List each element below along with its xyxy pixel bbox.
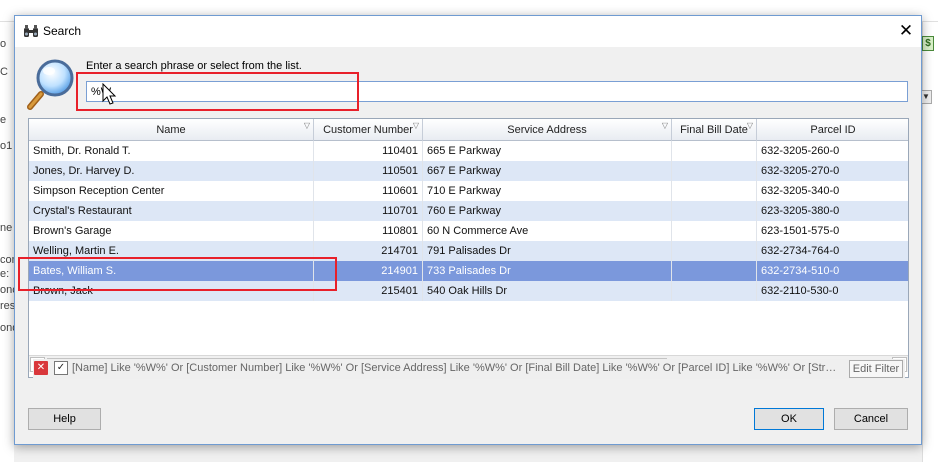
cell-parcel-id: 632-3205-340-0 [757,181,908,201]
cell-address: 760 E Parkway [423,201,672,221]
close-icon[interactable]: ✕ [891,16,921,46]
checkbox-icon[interactable]: ✓ [54,361,68,375]
column-header-final-bill-date[interactable]: Final Bill Date ▽ [672,119,757,141]
clear-filter-icon[interactable]: ✕ [34,361,48,375]
filter-bar: ✕ ✓ [Name] Like '%W%' Or [Customer Numbe… [33,359,905,379]
background-right-panel [922,22,938,462]
table-row[interactable]: Smith, Dr. Ronald T. 110401 665 E Parkwa… [29,141,908,161]
filter-icon[interactable]: ▽ [662,122,668,130]
filter-expression: [Name] Like '%W%' Or [Customer Number] L… [72,362,842,374]
cell-customer-number: 110401 [314,141,423,161]
table-row[interactable]: Crystal's Restaurant 110701 760 E Parkwa… [29,201,908,221]
cell-parcel-id: 632-3205-270-0 [757,161,908,181]
bg-fragment: ne [0,222,13,234]
table-row[interactable]: Simpson Reception Center 110601 710 E Pa… [29,181,908,201]
cell-name: Brown's Garage [29,221,314,241]
filter-icon[interactable]: ▽ [747,122,753,130]
cell-name: Jones, Dr. Harvey D. [29,161,314,181]
cell-final-bill-date [672,241,757,261]
column-header-customer-number[interactable]: Customer Number ▽ [314,119,423,141]
cell-customer-number: 110701 [314,201,423,221]
cell-name: Welling, Martin E. [29,241,314,261]
results-grid[interactable]: Name ▽ Customer Number ▽ Service Address ▽ … [28,118,909,378]
search-dialog: Search ✕ Enter a search phrase or select… [14,15,922,445]
cell-final-bill-date [672,161,757,181]
cell-parcel-id: 623-3205-380-0 [757,201,908,221]
dollar-icon[interactable]: $ [922,36,934,51]
cell-final-bill-date [672,141,757,161]
background-left-panel: o C e o1 ne con e: onc res ond [0,22,18,462]
cell-final-bill-date [672,281,757,301]
magnifier-icon [27,59,74,110]
cell-customer-number: 110601 [314,181,423,201]
cell-customer-number: 214701 [314,241,423,261]
table-row[interactable]: Brown, Jack 215401 540 Oak Hills Dr 632-… [29,281,908,301]
binoculars-icon [23,24,39,38]
cell-address: 665 E Parkway [423,141,672,161]
cell-name: Smith, Dr. Ronald T. [29,141,314,161]
cell-name: Crystal's Restaurant [29,201,314,221]
dialog-title: Search [43,24,82,38]
bg-fragment: o1 [0,140,13,152]
cell-final-bill-date [672,181,757,201]
column-header-name[interactable]: Name ▽ [29,119,314,141]
cell-address: 60 N Commerce Ave [423,221,672,241]
cell-final-bill-date [672,261,757,281]
mouse-cursor-icon [102,83,117,105]
cell-customer-number: 110801 [314,221,423,241]
bg-fragment: e: [0,268,10,280]
column-header-service-address[interactable]: Service Address ▽ [423,119,672,141]
cell-address: 791 Palisades Dr [423,241,672,261]
cell-address: 540 Oak Hills Dr [423,281,672,301]
cell-final-bill-date [672,221,757,241]
grid-header: Name ▽ Customer Number ▽ Service Address ▽ … [29,119,908,141]
cell-name: Simpson Reception Center [29,181,314,201]
cell-address: 733 Palisades Dr [423,261,672,281]
column-header-parcel-id[interactable]: Parcel ID [757,119,908,141]
cell-name: Brown, Jack [29,281,314,301]
cell-parcel-id: 632-2110-530-0 [757,281,908,301]
bg-fragment: res [0,300,16,312]
help-button[interactable]: Help [28,408,101,430]
bg-fragment: C [0,66,8,78]
cell-parcel-id: 632-2734-510-0 [757,261,908,281]
bg-fragment: o [0,38,7,50]
filter-icon[interactable]: ▽ [304,122,310,130]
cell-address: 710 E Parkway [423,181,672,201]
cell-customer-number: 214901 [314,261,423,281]
ok-button[interactable]: OK [754,408,824,430]
table-row[interactable]: Welling, Martin E. 214701 791 Palisades … [29,241,908,261]
edit-filter-button[interactable]: Edit Filter [849,360,903,378]
bg-fragment: e [0,114,7,126]
cell-parcel-id: 623-1501-575-0 [757,221,908,241]
table-row[interactable]: Brown's Garage 110801 60 N Commerce Ave … [29,221,908,241]
cell-address: 667 E Parkway [423,161,672,181]
cell-final-bill-date [672,201,757,221]
cell-parcel-id: 632-2734-764-0 [757,241,908,261]
cell-parcel-id: 632-3205-260-0 [757,141,908,161]
cell-customer-number: 215401 [314,281,423,301]
cell-name: Bates, William S. [29,261,314,281]
table-row-selected[interactable]: Bates, William S. 214901 733 Palisades D… [29,261,908,281]
cell-customer-number: 110501 [314,161,423,181]
filter-icon[interactable]: ▽ [413,122,419,130]
cancel-button[interactable]: Cancel [834,408,908,430]
search-input[interactable] [86,81,908,102]
dialog-titlebar[interactable]: Search ✕ [15,16,921,47]
table-row[interactable]: Jones, Dr. Harvey D. 110501 667 E Parkwa… [29,161,908,181]
search-prompt: Enter a search phrase or select from the… [86,60,302,72]
